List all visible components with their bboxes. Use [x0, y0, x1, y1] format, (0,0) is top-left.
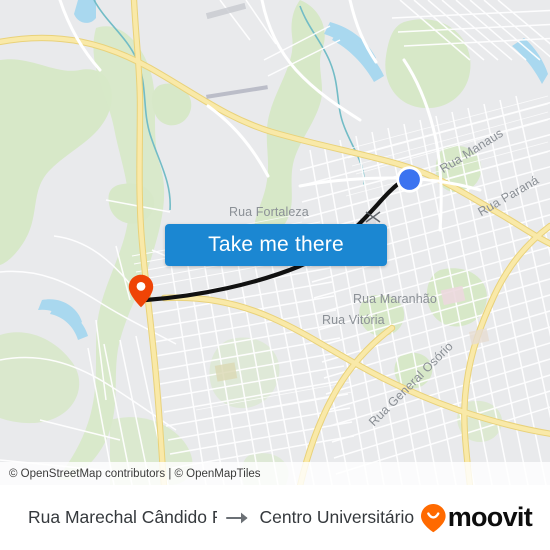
take-me-there-button[interactable]: Take me there [165, 224, 387, 266]
origin-label: Rua Marechal Cândido Ro... [28, 507, 217, 527]
map-pin-icon[interactable] [128, 274, 154, 308]
attribution-text: © OpenStreetMap contributors | © OpenMap… [9, 467, 261, 480]
moovit-logo[interactable]: moovit [420, 503, 540, 533]
moovit-wordmark: moovit [447, 502, 533, 532]
location-dot-icon[interactable] [395, 165, 424, 194]
arrow-right-icon [226, 512, 249, 523]
footer-bar: Rua Marechal Cândido Ro... Centro Univer… [0, 485, 550, 550]
map-attribution: © OpenStreetMap contributors | © OpenMap… [0, 462, 550, 485]
trip-summary: Rua Marechal Cândido Ro... Centro Univer… [10, 507, 420, 528]
moovit-pin-icon [420, 503, 446, 532]
destination-label: Centro Universitário D... [259, 507, 419, 527]
moovit-map-screen: Rua Fortaleza Rua Manaus Rua Paraná Rua … [0, 0, 550, 550]
